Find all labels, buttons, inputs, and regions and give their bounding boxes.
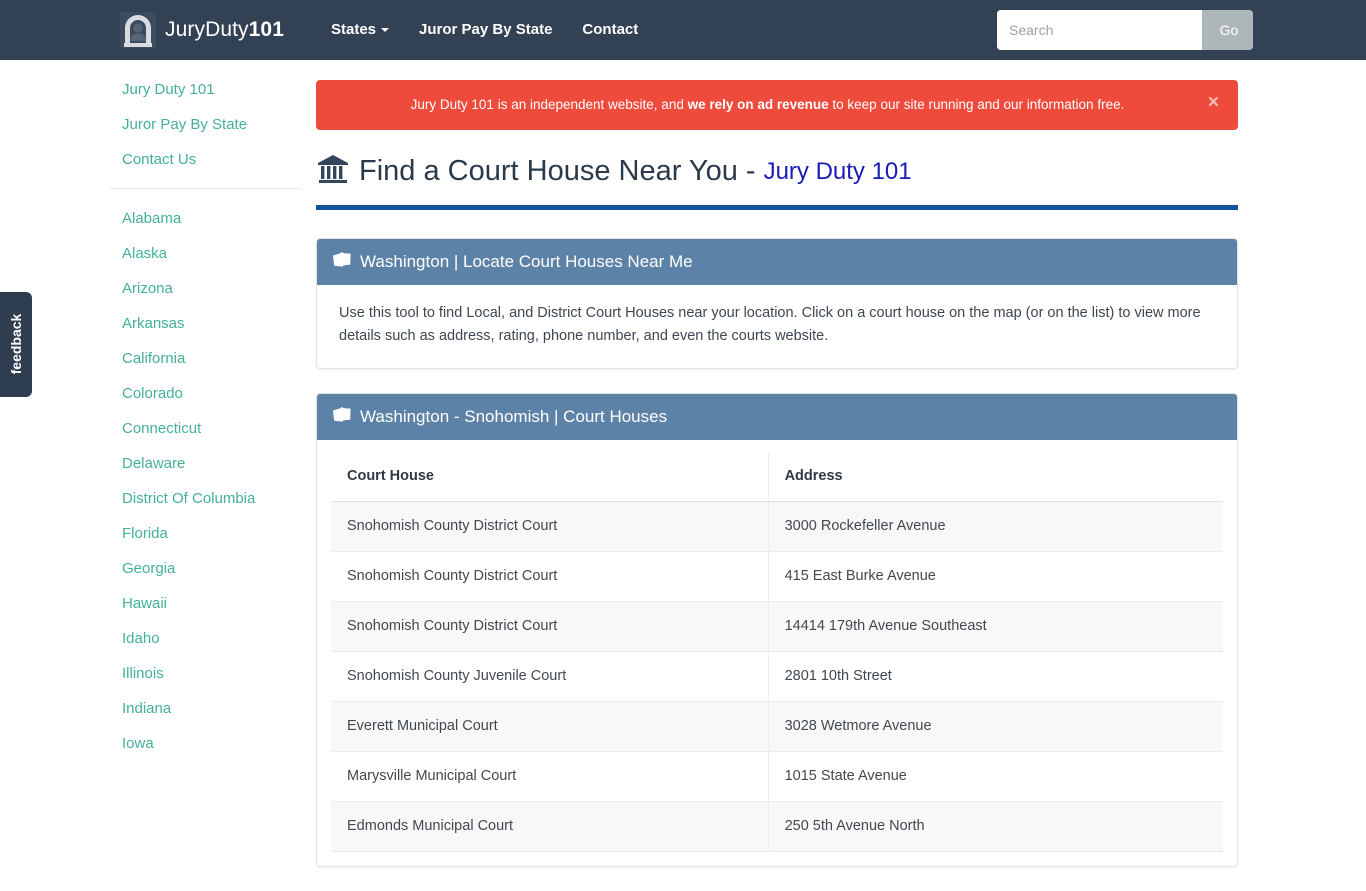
sidebar-item-idaho[interactable]: Idaho — [110, 621, 300, 656]
sidebar-item-illinois[interactable]: Illinois — [110, 656, 300, 691]
sidebar-item-district-of-columbia[interactable]: District Of Columbia — [110, 481, 300, 516]
classical-building-icon — [316, 152, 350, 191]
close-icon[interactable]: × — [1202, 92, 1225, 113]
cell-court-house: Snohomish County Juvenile Court — [331, 651, 769, 702]
page-title-row: Find a Court House Near You - Jury Duty … — [316, 152, 1238, 210]
table-row[interactable]: Everett Municipal Court 3028 Wetmore Ave… — [331, 701, 1223, 752]
alert-text-after: to keep our site running and our informa… — [828, 97, 1125, 112]
cell-court-house: Everett Municipal Court — [331, 701, 769, 752]
panel-header: Washington | Locate Court Houses Near Me — [317, 239, 1237, 285]
feedback-tab-label: feedback — [8, 313, 24, 374]
sidebar: Jury Duty 101 Juror Pay By State Contact… — [110, 72, 300, 768]
locate-court-houses-panel: Washington | Locate Court Houses Near Me… — [316, 238, 1238, 369]
column-header-address: Address — [768, 452, 1223, 502]
page-title: Find a Court House Near You - — [359, 155, 756, 187]
cell-address: 14414 179th Avenue Southeast — [768, 601, 1223, 652]
cell-court-house: Edmonds Municipal Court — [331, 801, 769, 852]
sidebar-item-juror-pay-by-state[interactable]: Juror Pay By State — [110, 107, 300, 142]
nav-item-juror-pay-by-state[interactable]: Juror Pay By State — [404, 0, 567, 60]
panel-body-table: Court House Address Snohomish County Dis… — [317, 440, 1237, 866]
cell-court-house: Marysville Municipal Court — [331, 751, 769, 802]
washington-state-icon — [333, 407, 351, 427]
search-input[interactable] — [997, 10, 1202, 50]
column-header-court-house: Court House — [331, 452, 769, 502]
sidebar-item-hawaii[interactable]: Hawaii — [110, 586, 300, 621]
alert-text-before: Jury Duty 101 is an independent website,… — [410, 97, 688, 112]
search-go-button[interactable]: Go — [1202, 10, 1253, 50]
brand-title: JuryDuty101 — [165, 18, 284, 42]
panel-header-title: Washington | Locate Court Houses Near Me — [360, 252, 693, 271]
brand-title-light: JuryDuty — [165, 18, 249, 41]
nav-links: States Juror Pay By State Contact — [316, 0, 653, 60]
chevron-down-icon — [381, 28, 390, 32]
cell-court-house: Snohomish County District Court — [331, 501, 769, 552]
cell-address: 3000 Rockefeller Avenue — [768, 501, 1223, 552]
panel-header: Washington - Snohomish | Court Houses — [317, 394, 1237, 440]
panel-body-text: Use this tool to find Local, and Distric… — [339, 305, 1201, 344]
sidebar-item-alabama[interactable]: Alabama — [110, 201, 300, 236]
nav-item-states[interactable]: States — [316, 0, 404, 60]
table-row[interactable]: Marysville Municipal Court 1015 State Av… — [331, 751, 1223, 802]
cell-court-house: Snohomish County District Court — [331, 551, 769, 602]
sidebar-item-contact-us[interactable]: Contact Us — [110, 142, 300, 177]
ad-revenue-alert: Jury Duty 101 is an independent website,… — [316, 80, 1238, 130]
sidebar-item-arkansas[interactable]: Arkansas — [110, 306, 300, 341]
alert-text-bold: we rely on ad revenue — [687, 97, 829, 112]
cell-court-house: Snohomish County District Court — [331, 601, 769, 652]
table-body: Snohomish County District Court 3000 Roc… — [331, 501, 1223, 852]
sidebar-item-california[interactable]: California — [110, 341, 300, 376]
washington-state-icon — [333, 252, 351, 272]
table-header-row: Court House Address — [331, 452, 1223, 502]
table-row[interactable]: Snohomish County District Court 14414 17… — [331, 601, 1223, 652]
page-title-link[interactable]: Jury Duty 101 — [764, 158, 912, 186]
nav-item-contact[interactable]: Contact — [567, 0, 653, 60]
table-row[interactable]: Snohomish County Juvenile Court 2801 10t… — [331, 651, 1223, 702]
court-houses-table: Court House Address Snohomish County Dis… — [331, 452, 1223, 852]
cell-address: 2801 10th Street — [768, 651, 1223, 702]
sidebar-item-connecticut[interactable]: Connecticut — [110, 411, 300, 446]
cell-address: 415 East Burke Avenue — [768, 551, 1223, 602]
sidebar-item-alaska[interactable]: Alaska — [110, 236, 300, 271]
cell-address: 250 5th Avenue North — [768, 801, 1223, 852]
sidebar-item-delaware[interactable]: Delaware — [110, 446, 300, 481]
search-form: Go — [997, 10, 1253, 50]
sidebar-item-arizona[interactable]: Arizona — [110, 271, 300, 306]
cell-address: 3028 Wetmore Avenue — [768, 701, 1223, 752]
brand-logo-link[interactable]: JuryDuty101 — [120, 12, 284, 48]
courthouse-logo-icon — [120, 12, 156, 48]
sidebar-item-indiana[interactable]: Indiana — [110, 691, 300, 726]
main-content: Jury Duty 101 is an independent website,… — [316, 80, 1238, 891]
nav-item-states-label: States — [331, 21, 377, 38]
table-row[interactable]: Snohomish County District Court 415 East… — [331, 551, 1223, 602]
sidebar-item-florida[interactable]: Florida — [110, 516, 300, 551]
sidebar-item-iowa[interactable]: Iowa — [110, 726, 300, 761]
sidebar-item-georgia[interactable]: Georgia — [110, 551, 300, 586]
sidebar-divider — [110, 188, 300, 189]
sidebar-item-jury-duty-101[interactable]: Jury Duty 101 — [110, 72, 300, 107]
table-row[interactable]: Edmonds Municipal Court 250 5th Avenue N… — [331, 801, 1223, 852]
feedback-tab[interactable]: feedback — [0, 292, 32, 397]
top-navbar: JuryDuty101 States Juror Pay By State Co… — [0, 0, 1366, 60]
panel-header-title: Washington - Snohomish | Court Houses — [360, 407, 668, 426]
cell-address: 1015 State Avenue — [768, 751, 1223, 802]
brand-title-bold: 101 — [248, 18, 284, 41]
court-houses-table-panel: Washington - Snohomish | Court Houses Co… — [316, 393, 1238, 867]
table-row[interactable]: Snohomish County District Court 3000 Roc… — [331, 501, 1223, 552]
sidebar-item-colorado[interactable]: Colorado — [110, 376, 300, 411]
